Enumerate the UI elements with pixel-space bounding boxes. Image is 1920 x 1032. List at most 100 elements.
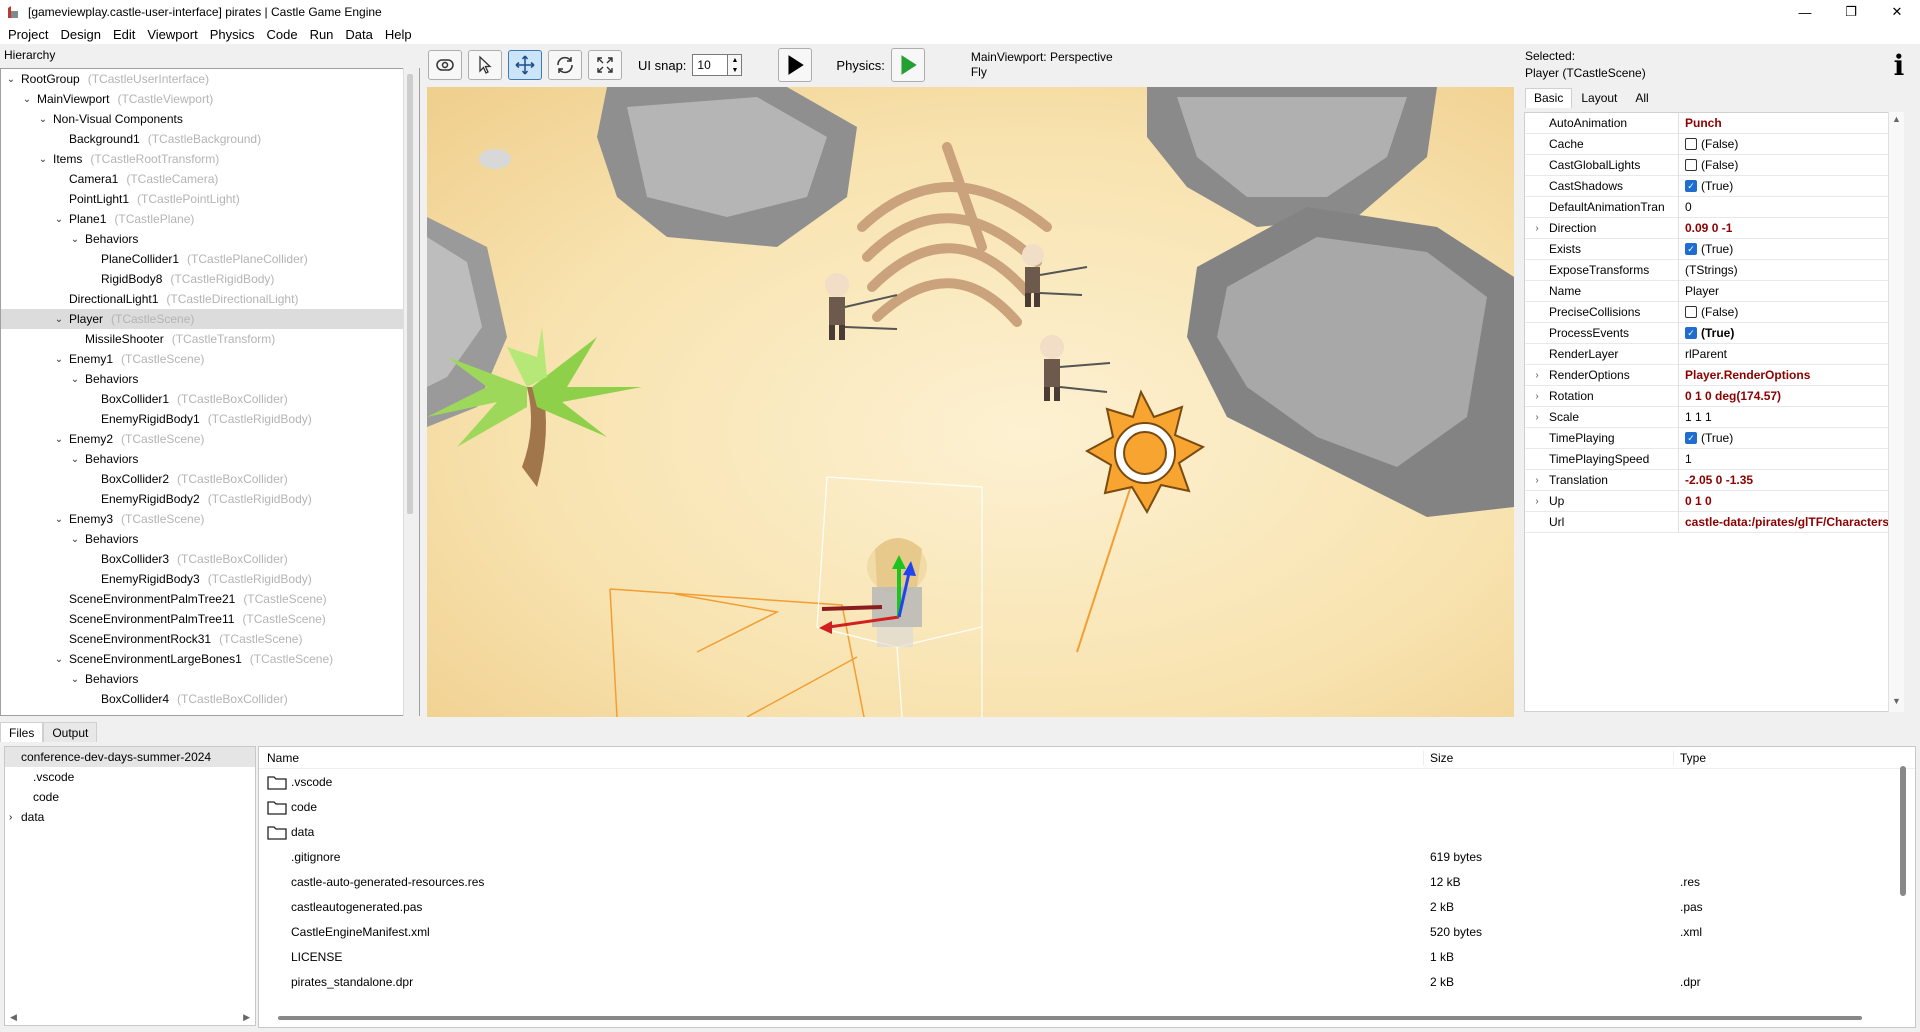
file-row[interactable]: code — [259, 794, 1915, 819]
expand-toggle-icon[interactable]: ⌄ — [69, 374, 81, 385]
rotate-mode-button[interactable] — [548, 50, 582, 80]
expand-arrow-icon[interactable]: › — [1525, 475, 1549, 486]
main-viewport[interactable] — [427, 87, 1514, 717]
hierarchy-item[interactable]: DirectionalLight1 (TCastleDirectionalLigh… — [1, 289, 419, 309]
property-value[interactable]: 1 1 1 — [1679, 407, 1712, 428]
property-row[interactable]: ExposeTransforms (TStrings) — [1525, 259, 1903, 281]
files-tree-item[interactable]: .vscode — [5, 767, 255, 787]
hierarchy-item[interactable]: SceneEnvironmentPalmTree11 (TCastleScene) — [1, 609, 419, 629]
hierarchy-item[interactable]: BoxCollider3 (TCastleBoxCollider) — [1, 549, 419, 569]
hierarchy-scroll-thumb[interactable] — [407, 74, 413, 514]
tab-basic[interactable]: Basic — [1525, 88, 1573, 108]
property-row[interactable]: TimePlayingSpeed 1 — [1525, 448, 1903, 470]
hierarchy-item[interactable]: PlaneCollider1 (TCastlePlaneCollider) — [1, 249, 419, 269]
property-row[interactable]: › RenderOptions Player.RenderOptions — [1525, 364, 1903, 386]
expand-toggle-icon[interactable]: ⌄ — [37, 154, 49, 165]
hierarchy-item[interactable]: ⌄ Behaviors — [1, 529, 419, 549]
property-value[interactable]: (False) — [1679, 155, 1738, 176]
property-row[interactable]: AutoAnimation Punch — [1525, 113, 1903, 134]
property-row[interactable]: › Up 0 1 0 — [1525, 490, 1903, 512]
info-button[interactable]: i — [1884, 48, 1914, 82]
spin-down-icon[interactable]: ▼ — [731, 67, 738, 74]
minimize-button[interactable]: — — [1782, 0, 1828, 24]
hierarchy-item[interactable]: EnemyRigidBody1 (TCastleRigidBody) — [1, 409, 419, 429]
column-type[interactable]: Type — [1674, 751, 1904, 765]
hierarchy-item[interactable]: EnemyRigidBody3 (TCastleRigidBody) — [1, 569, 419, 589]
maximize-button[interactable]: ❐ — [1828, 0, 1874, 24]
hierarchy-item[interactable]: ⌄ Player (TCastleScene) — [1, 309, 419, 329]
menu-help[interactable]: Help — [379, 27, 418, 42]
menu-run[interactable]: Run — [304, 27, 340, 42]
hierarchy-item[interactable]: ⌄ Behaviors — [1, 449, 419, 469]
viewport-scene[interactable] — [427, 87, 1514, 717]
tab-all[interactable]: All — [1626, 88, 1657, 108]
scroll-left-icon[interactable]: ◀ — [10, 1012, 17, 1023]
hierarchy-item[interactable]: MissileShooter (TCastleTransform) — [1, 329, 419, 349]
property-row[interactable]: › Scale 1 1 1 — [1525, 406, 1903, 428]
menu-edit[interactable]: Edit — [107, 27, 141, 42]
tab-layout[interactable]: Layout — [1572, 88, 1626, 108]
hierarchy-item[interactable]: Camera1 (TCastleCamera) — [1, 169, 419, 189]
ui-snap-input[interactable]: 10 — [692, 54, 729, 76]
hierarchy-item[interactable]: ⌄ MainViewport (TCastleViewport) — [1, 89, 419, 109]
hierarchy-item[interactable]: ⌄ SceneEnvironmentLargeBones1 (TCastleScen… — [1, 649, 419, 669]
property-checkbox[interactable]: ✓ — [1685, 243, 1697, 255]
property-value[interactable]: (False) — [1679, 302, 1738, 323]
scroll-down-icon[interactable]: ▼ — [1892, 696, 1901, 706]
property-value[interactable]: ✓ (True) — [1679, 239, 1733, 260]
expand-toggle-icon[interactable]: ⌄ — [53, 514, 65, 525]
property-row[interactable]: › Rotation 0 1 0 deg(174.57) — [1525, 385, 1903, 407]
property-value[interactable]: (TStrings) — [1679, 260, 1738, 281]
expand-toggle-icon[interactable]: ⌄ — [69, 674, 81, 685]
translate-mode-button[interactable] — [508, 50, 542, 80]
property-value[interactable]: 0 — [1679, 197, 1692, 218]
property-checkbox[interactable]: ✓ — [1685, 327, 1697, 339]
menu-design[interactable]: Design — [54, 27, 106, 42]
expand-toggle-icon[interactable]: ⌄ — [37, 114, 49, 125]
hierarchy-item[interactable]: BoxCollider1 (TCastleBoxCollider) — [1, 389, 419, 409]
file-row[interactable]: .gitignore 619 bytes — [259, 844, 1915, 869]
hierarchy-item[interactable]: ⌄ Enemy2 (TCastleScene) — [1, 429, 419, 449]
property-row[interactable]: DefaultAnimationTran 0 — [1525, 196, 1903, 218]
hierarchy-item[interactable]: ⌄ Behaviors — [1, 369, 419, 389]
expand-toggle-icon[interactable]: ⌄ — [5, 74, 17, 85]
menu-project[interactable]: Project — [2, 27, 54, 42]
property-value[interactable]: rlParent — [1679, 344, 1727, 365]
hierarchy-item[interactable]: Background1 (TCastleBackground) — [1, 129, 419, 149]
property-row[interactable]: TimePlaying ✓ (True) — [1525, 427, 1903, 449]
property-value[interactable]: 0 1 0 — [1679, 491, 1712, 512]
files-list-hscroll[interactable] — [278, 1016, 1862, 1020]
properties-scrollbar[interactable]: ▲ ▼ — [1888, 112, 1904, 712]
scale-mode-button[interactable] — [588, 50, 622, 80]
column-name[interactable]: Name — [259, 750, 1424, 765]
files-list[interactable]: Name Size Type .vscode code data .gitignore… — [258, 746, 1916, 1028]
property-row[interactable]: Exists ✓ (True) — [1525, 238, 1903, 260]
select-mode-button[interactable] — [468, 50, 502, 80]
files-tree-item[interactable]: conference-dev-days-summer-2024 — [5, 747, 255, 767]
files-tree-item[interactable]: › data — [5, 807, 255, 827]
menu-code[interactable]: Code — [260, 27, 303, 42]
property-value[interactable]: castle-data:/pirates/glTF/Characters/ — [1679, 512, 1892, 533]
property-row[interactable]: RenderLayer rlParent — [1525, 343, 1903, 365]
hierarchy-item[interactable]: RigidBody8 (TCastleRigidBody) — [1, 269, 419, 289]
property-value[interactable]: Player — [1679, 281, 1719, 302]
file-row[interactable]: pirates_standalone.dpr 2 kB .dpr — [259, 969, 1915, 994]
hierarchy-item[interactable]: PointLight1 (TCastlePointLight) — [1, 189, 419, 209]
hierarchy-tree[interactable]: ⌄ RootGroup (TCastleUserInterface) ⌄ MainVie… — [0, 68, 420, 716]
column-size[interactable]: Size — [1424, 750, 1674, 765]
property-row[interactable]: › Direction 0.09 0 -1 — [1525, 217, 1903, 239]
expand-arrow-icon[interactable]: › — [1525, 412, 1549, 423]
hierarchy-item[interactable]: ⌄ Enemy1 (TCastleScene) — [1, 349, 419, 369]
property-row[interactable]: Cache (False) — [1525, 133, 1903, 155]
spin-up-icon[interactable]: ▲ — [731, 57, 738, 64]
expand-toggle-icon[interactable]: ⌄ — [69, 234, 81, 245]
ui-snap-spinner[interactable]: ▲ ▼ — [728, 54, 743, 76]
file-row[interactable]: LICENSE 1 kB — [259, 944, 1915, 969]
property-value[interactable]: ✓ (True) — [1679, 428, 1733, 449]
expand-toggle-icon[interactable]: ⌄ — [53, 354, 65, 365]
hierarchy-item[interactable]: BoxCollider4 (TCastleBoxCollider) — [1, 689, 419, 709]
file-row[interactable]: castle-auto-generated-resources.res 12 kB… — [259, 869, 1915, 894]
interact-mode-button[interactable] — [428, 50, 462, 80]
tab-output[interactable]: Output — [43, 722, 98, 742]
tab-files[interactable]: Files — [0, 722, 44, 742]
